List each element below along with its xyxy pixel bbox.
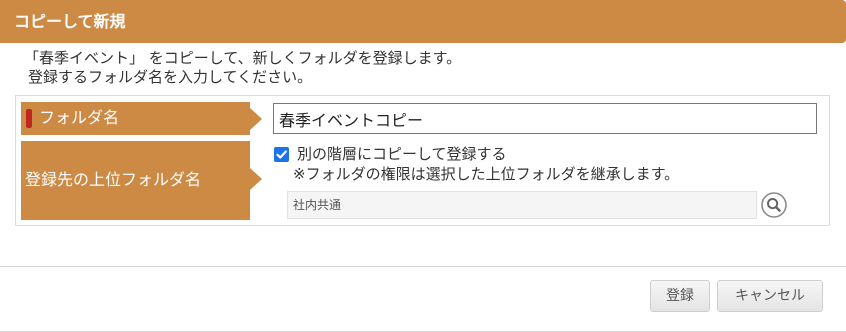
required-marker: [26, 109, 32, 128]
description: 「春季イベント」 をコピーして、新しくフォルダを登録します。 登録するフォルダ名…: [24, 49, 461, 87]
footer-divider: [0, 266, 846, 267]
folder-search-button[interactable]: [761, 192, 787, 218]
dialog-title: コピーして新規: [14, 12, 126, 31]
check-icon: [276, 150, 287, 159]
description-line-1: 「春季イベント」 をコピーして、新しくフォルダを登録します。: [24, 49, 462, 67]
parent-folder-field: 社内共通: [287, 191, 757, 219]
description-line-2: 登録するフォルダ名を入力してください。: [28, 68, 313, 86]
folder-name-label: フォルダ名: [39, 108, 120, 127]
dialog-header: コピーして新規: [0, 0, 846, 43]
register-button[interactable]: 登録: [650, 280, 710, 312]
parent-folder-value: 社内共通: [293, 198, 342, 212]
permission-inherit-note: ※フォルダの権限は選択した上位フォルダを継承します。: [293, 165, 680, 183]
copy-to-other-level-checkbox[interactable]: [274, 147, 289, 162]
cancel-button[interactable]: キャンセル: [717, 280, 823, 312]
search-icon: [761, 192, 787, 218]
parent-folder-label: 登録先の上位フォルダ名: [25, 170, 202, 189]
folder-name-input[interactable]: [273, 103, 817, 134]
parent-folder-label-cell: 登録先の上位フォルダ名: [21, 141, 262, 220]
copy-to-other-level-label[interactable]: 別の階層にコピーして登録する: [297, 145, 507, 164]
folder-name-label-cell: フォルダ名: [21, 102, 262, 135]
